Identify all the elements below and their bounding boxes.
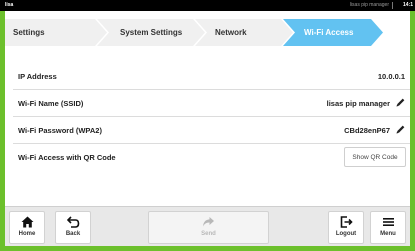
ip-address-label: IP Address (18, 72, 57, 81)
breadcrumb-system-settings[interactable]: System Settings (97, 19, 205, 46)
breadcrumb: Settings System Settings Network Wi-Fi A… (5, 19, 410, 46)
pencil-icon[interactable] (395, 124, 406, 135)
send-label: Send (201, 231, 216, 237)
clock: 14:1 (402, 2, 413, 8)
ssid-label: Wi-Fi Name (SSID) (18, 99, 84, 108)
logout-icon (340, 216, 353, 228)
settings-list: IP Address 10.0.0.1 Wi-Fi Name (SSID) li… (13, 63, 410, 171)
current-user: lisas pip manager (349, 2, 389, 8)
breadcrumb-wifi-access: Wi-Fi Access (283, 19, 383, 46)
device-frame: lisa lisas pip manager 14:1 Settings Sys… (0, 0, 415, 251)
ssid-value: lisas pip manager (326, 99, 390, 108)
back-button[interactable]: Back (55, 211, 91, 244)
breadcrumb-label: System Settings (120, 28, 183, 37)
ssid-row[interactable]: Wi-Fi Name (SSID) lisas pip manager (13, 90, 410, 117)
back-label: Back (65, 231, 81, 237)
password-value: CBd28enP67 (344, 126, 390, 135)
password-label: Wi-Fi Password (WPA2) (18, 126, 102, 135)
ip-address-value: 10.0.0.1 (377, 72, 405, 81)
bottom-toolbar: Home Back Send Logout Menu (5, 206, 410, 246)
qr-code-row: Wi-Fi Access with QR Code Show QR Code (13, 144, 410, 171)
qr-code-label: Wi-Fi Access with QR Code (18, 153, 116, 162)
house-icon (21, 216, 33, 228)
pencil-icon[interactable] (395, 97, 406, 108)
hamburger-icon (382, 218, 394, 226)
back-arrow-icon (66, 216, 79, 228)
share-arrow-icon (203, 217, 214, 227)
home-button[interactable]: Home (9, 211, 45, 244)
ip-address-row: IP Address 10.0.0.1 (13, 63, 410, 90)
breadcrumb-network[interactable]: Network (195, 19, 293, 46)
password-row[interactable]: Wi-Fi Password (WPA2) CBd28enP67 (13, 117, 410, 144)
show-qr-code-button[interactable]: Show QR Code (344, 147, 406, 167)
logout-label: Logout (335, 231, 357, 237)
status-divider (392, 2, 393, 9)
menu-label: Menu (380, 231, 396, 237)
device-name: lisa (5, 2, 14, 8)
breadcrumb-label: Wi-Fi Access (304, 28, 354, 37)
status-bar: lisa lisas pip manager 14:1 (0, 0, 415, 11)
send-button[interactable]: Send (148, 211, 269, 244)
menu-button[interactable]: Menu (370, 211, 406, 244)
main-screen: Settings System Settings Network Wi-Fi A… (5, 11, 410, 246)
home-label: Home (18, 231, 36, 237)
breadcrumb-label: Settings (13, 28, 45, 37)
logout-button[interactable]: Logout (328, 211, 364, 244)
breadcrumb-settings[interactable]: Settings (5, 19, 107, 46)
